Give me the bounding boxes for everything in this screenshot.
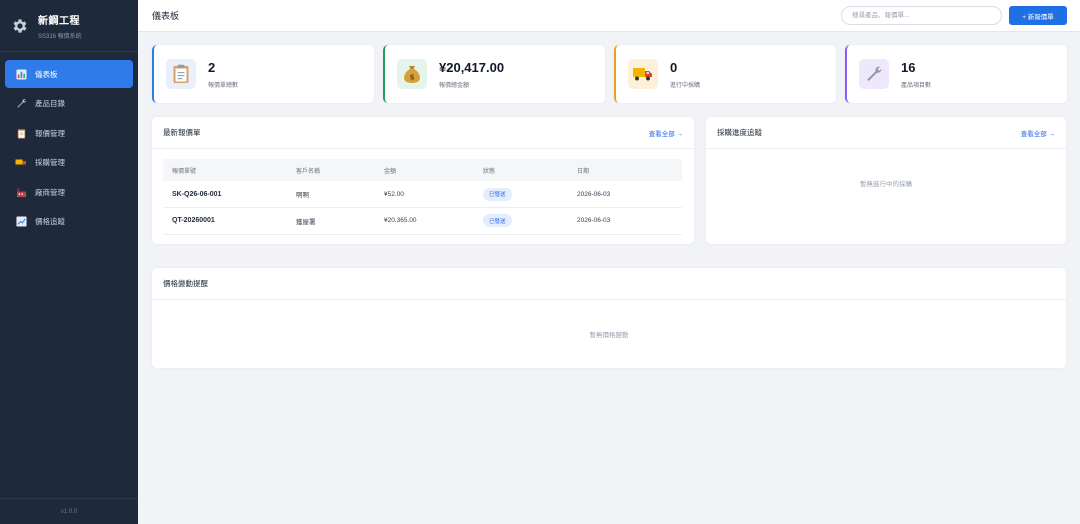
sidebar-item-label: 產品目錄: [35, 99, 65, 108]
sidebar-nav: 儀表板 產品目錄 報價管理 採購管理 廠商管理 價格追蹤: [0, 52, 138, 236]
column-header: 報價單號: [163, 159, 296, 181]
sidebar-item-quotes[interactable]: 報價管理: [5, 119, 133, 147]
trend-icon: [15, 216, 27, 228]
status-cell: 已發送: [483, 181, 577, 208]
status-badge: 已發送: [483, 214, 512, 228]
chart-icon: [15, 68, 27, 80]
stat-card-quote-count: 2 報價單總數: [152, 45, 374, 103]
stat-value: 0: [670, 59, 678, 75]
stat-label: 報價單總數: [208, 82, 239, 89]
page-title: 儀表板: [152, 11, 180, 21]
sidebar-item-dashboard[interactable]: 儀表板: [5, 60, 133, 88]
stat-label: 報價總金額: [439, 82, 470, 89]
empty-state-text: 暫無價格變動: [589, 332, 629, 339]
purchase-tracking-panel: 採購進度追蹤 查看全部 → 暫無進行中的採購: [706, 117, 1066, 244]
panel-header: 價格變動提醒: [152, 268, 1066, 300]
factory-icon: [15, 186, 27, 198]
brand: 新鋼工程 SS316 報價系統: [0, 0, 138, 52]
stat-value: 16: [901, 59, 916, 75]
sidebar-item-products[interactable]: 產品目錄: [5, 90, 133, 118]
quote-date: 2026-06-03: [577, 207, 682, 235]
customer-name: 啊啊: [296, 181, 384, 208]
sidebar-item-label: 儀表板: [35, 69, 58, 79]
clipboard-icon: [166, 59, 196, 89]
stat-value: 2: [208, 59, 216, 75]
column-header: 日期: [577, 159, 682, 181]
quote-date: 2026-06-03: [577, 181, 682, 208]
truck-icon: [15, 157, 27, 169]
brand-subtitle: SS316 報價系統: [38, 33, 82, 40]
stat-value: ¥20,417.00: [439, 59, 505, 75]
sidebar-item-vendors[interactable]: 廠商管理: [5, 178, 133, 206]
quote-amount: ¥52.00: [384, 181, 483, 208]
panel-header: 最新報價單 查看全部 →: [152, 117, 694, 149]
money-bag-icon: $: [397, 59, 427, 89]
panel-title: 價格變動提醒: [163, 279, 208, 288]
column-header: 金額: [384, 159, 483, 181]
stat-label: 產品項目數: [901, 82, 932, 89]
wrench-icon: [859, 59, 889, 89]
column-header: 狀態: [483, 159, 577, 181]
app-version: v1.0.0: [0, 498, 138, 524]
table-header-row: 報價單號 客戶名稱 金額 狀態 日期: [163, 159, 682, 181]
stat-card-quote-total: $ ¥20,417.00 報價總金額: [383, 45, 605, 103]
customer-name: 獲屋署: [296, 207, 384, 235]
panel-title: 最新報價單: [163, 128, 201, 137]
wrench-icon: [15, 98, 27, 110]
table-row[interactable]: SK-Q26-06-001 啊啊 ¥52.00 已發送 2026-06-03: [163, 181, 682, 208]
quote-code: QT-20260001: [163, 207, 296, 235]
quotes-table: 報價單號 客戶名稱 金額 狀態 日期 SK-Q26-06-001 啊啊 ¥52.…: [163, 159, 682, 235]
empty-state-text: 暫無進行中的採購: [860, 181, 912, 188]
sidebar-item-purchasing[interactable]: 採購管理: [5, 149, 133, 177]
status-cell: 已發送: [483, 207, 577, 235]
stat-card-product-count: 16 產品項目數: [845, 45, 1067, 103]
truck-icon: [628, 59, 658, 89]
sidebar: 新鋼工程 SS316 報價系統 儀表板 產品目錄 報價管理 採購管理 廠商管理 …: [0, 0, 138, 524]
svg-text:$: $: [410, 74, 415, 82]
search-input[interactable]: [841, 6, 1002, 25]
quote-code: SK-Q26-06-001: [163, 181, 296, 208]
new-quote-button[interactable]: + 新報價單: [1009, 6, 1067, 25]
column-header: 客戶名稱: [296, 159, 384, 181]
price-alerts-panel: 價格變動提醒 暫無價格變動: [152, 268, 1066, 368]
gear-icon: [11, 17, 29, 35]
stat-card-active-purchases: 0 進行中採購: [614, 45, 836, 103]
view-all-quotes-link[interactable]: 查看全部 →: [649, 128, 683, 138]
clipboard-icon: [15, 127, 27, 139]
sidebar-item-label: 採購管理: [35, 158, 65, 167]
table-row[interactable]: QT-20260001 獲屋署 ¥20,365.00 已發送 2026-06-0…: [163, 207, 682, 235]
sidebar-item-price-tracking[interactable]: 價格追蹤: [5, 208, 133, 236]
stat-label: 進行中採購: [670, 82, 701, 89]
quote-amount: ¥20,365.00: [384, 207, 483, 235]
panel-title: 採購進度追蹤: [717, 128, 762, 137]
latest-quotes-panel: 最新報價單 查看全部 → 報價單號 客戶名稱 金額 狀態 日期 SK-Q26-0…: [152, 117, 694, 244]
sidebar-item-label: 價格追蹤: [35, 217, 65, 226]
top-bar: 儀表板 + 新報價單: [138, 0, 1080, 32]
sidebar-item-label: 報價管理: [35, 128, 65, 138]
sidebar-item-label: 廠商管理: [35, 187, 65, 197]
status-badge: 已發送: [483, 187, 512, 201]
brand-title: 新鋼工程: [38, 15, 80, 27]
panel-header: 採購進度追蹤 查看全部 →: [706, 117, 1066, 149]
view-all-purchases-link[interactable]: 查看全部 →: [1021, 128, 1055, 138]
